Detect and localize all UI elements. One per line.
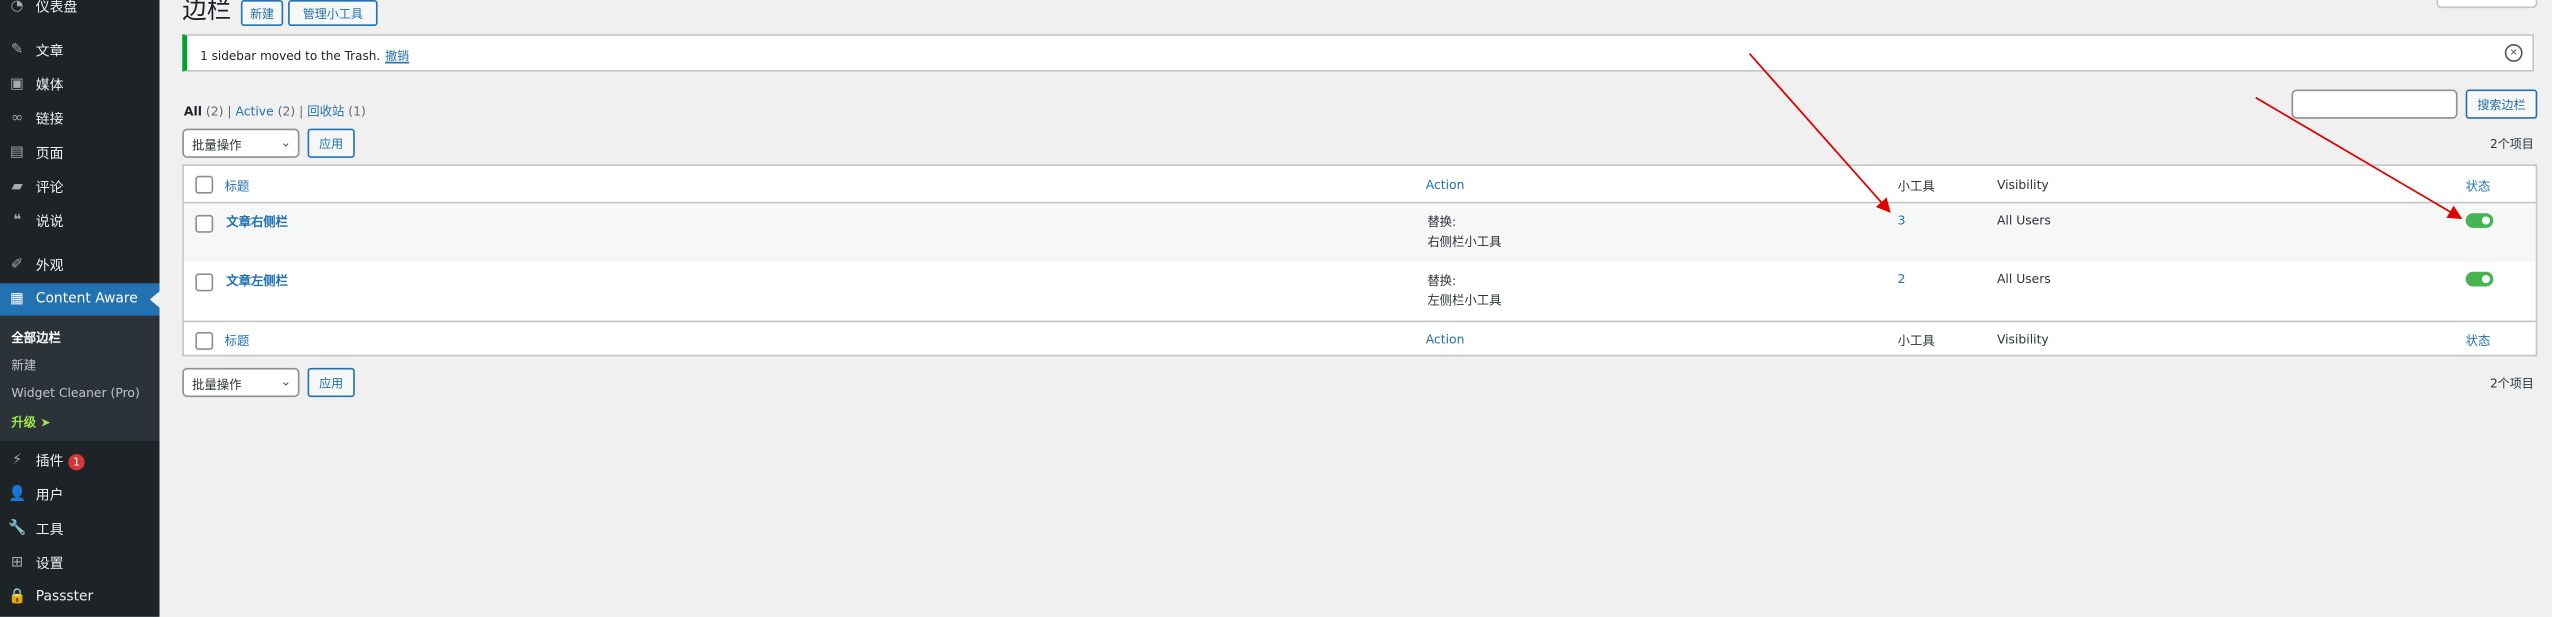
view-active-count: (2) — [277, 104, 296, 119]
plugin-icon: ⚡ — [11, 452, 23, 469]
view-all[interactable]: All — [184, 104, 202, 119]
select-all-checkbox-footer[interactable] — [195, 332, 214, 350]
chevron-down-icon: ⌄ — [280, 135, 292, 150]
admin-sidebar: ◔ 仪表盘 ✎ 文章 ▣ 媒体 ∞ 链接 ▤ 页面 ▰ 评论 ❝ 说说 ✐ 外观 — [0, 0, 160, 617]
column-title[interactable]: 标题 — [225, 177, 250, 195]
media-icon: ▣ — [10, 76, 25, 93]
action-label: 替换: — [1427, 214, 1457, 230]
bulk-action-select-bottom[interactable]: 批量操作 ⌄ — [182, 367, 300, 398]
column-widgets: 小工具 — [1897, 179, 1935, 194]
menu-talk[interactable]: ❝ 说说 — [0, 205, 159, 238]
undo-link[interactable]: 撤销 — [385, 49, 409, 64]
dismiss-icon[interactable]: ✕ — [2504, 43, 2523, 62]
quote-icon: ❝ — [13, 213, 22, 230]
notice-message: 1 sidebar moved to the Trash. — [200, 48, 381, 64]
menu-plugins-label: 插件 — [35, 454, 64, 471]
menu-media[interactable]: ▣ 媒体 — [0, 68, 159, 101]
view-all-count: (2) — [205, 104, 224, 119]
table-header-row: 标题 Action 小工具 Visibility 状态 — [183, 166, 2536, 204]
settings-icon: ⊞ — [10, 554, 24, 572]
submenu-new[interactable]: 新建 — [11, 356, 36, 374]
content-aware-submenu: 全部边栏 新建 Widget Cleaner (Pro) 升级 ➤ — [0, 315, 160, 442]
column-status[interactable]: 状态 — [2466, 177, 2491, 195]
search-input[interactable] — [2291, 89, 2458, 119]
layout-icon: ▦ — [10, 291, 25, 308]
table-row: 文章左侧栏 替换: 左侧栏小工具 2 All Users — [183, 262, 2536, 321]
submenu-upgrade[interactable]: 升级 ➤ — [11, 413, 50, 431]
view-active[interactable]: Active — [235, 104, 273, 119]
menu-content-aware[interactable]: ▦ Content Aware — [0, 283, 160, 316]
menu-passster[interactable]: 🔒 Passster — [0, 581, 159, 614]
sidebars-table: 标题 Action 小工具 Visibility 状态 文章右侧栏 替换: 右侧… — [182, 164, 2538, 357]
page-title: 边栏 — [182, 0, 232, 25]
view-separator: | — [227, 104, 232, 119]
brush-icon: ✐ — [10, 257, 24, 274]
column-status-footer[interactable]: 状态 — [2466, 332, 2491, 350]
view-separator: | — [299, 104, 304, 119]
action-target: 右侧栏小工具 — [1427, 234, 1502, 250]
action-target: 左侧栏小工具 — [1427, 292, 1502, 308]
chevron-down-icon: ⌄ — [280, 374, 292, 389]
table-footer-row: 标题 Action 小工具 Visibility 状态 — [183, 320, 2536, 357]
menu-dashboard[interactable]: ◔ 仪表盘 — [0, 0, 159, 23]
submenu-widget-cleaner[interactable]: Widget Cleaner (Pro) — [11, 386, 139, 401]
table-row: 文章右侧栏 替换: 右侧栏小工具 3 All Users — [183, 203, 2536, 263]
column-visibility-footer: Visibility — [1996, 332, 2049, 347]
item-count-top: 2个项目 — [2490, 136, 2534, 152]
sidebar-title-link[interactable]: 文章左侧栏 — [226, 272, 288, 290]
apply-button-top[interactable]: 应用 — [307, 128, 355, 158]
wrench-icon: 🔧 — [7, 520, 27, 538]
menu-users[interactable]: 👤 用户 — [0, 478, 159, 511]
visibility-value: All Users — [1996, 213, 2051, 228]
screen-options-button[interactable] — [2436, 0, 2538, 9]
menu-plugins[interactable]: ⚡ 插件 1 — [0, 444, 159, 477]
page-icon: ▤ — [10, 144, 25, 162]
update-count-badge: 1 — [68, 453, 85, 470]
visibility-value: All Users — [1996, 271, 2051, 287]
column-action-footer[interactable]: Action — [1426, 332, 1465, 347]
menu-settings[interactable]: ⊞ 设置 — [0, 547, 159, 580]
pin-icon: ✎ — [10, 42, 24, 59]
select-all-checkbox[interactable] — [195, 175, 214, 194]
search-sidebars-button[interactable]: 搜索边栏 — [2465, 89, 2538, 119]
menu-pages[interactable]: ▤ 页面 — [0, 137, 159, 170]
row-checkbox[interactable] — [195, 214, 214, 233]
menu-appearance[interactable]: ✐ 外观 — [0, 249, 159, 282]
view-trash-count: (1) — [348, 104, 366, 119]
menu-posts[interactable]: ✎ 文章 — [0, 34, 159, 67]
user-icon: 👤 — [7, 486, 27, 503]
view-filters: All (2) | Active (2) | 回收站 (1) — [184, 103, 366, 121]
column-action[interactable]: Action — [1426, 177, 1465, 192]
widget-count-link[interactable]: 2 — [1898, 272, 1906, 287]
action-label: 替换: — [1427, 273, 1457, 289]
status-toggle[interactable] — [2465, 271, 2494, 287]
column-title-footer[interactable]: 标题 — [225, 332, 250, 350]
status-toggle[interactable] — [2465, 213, 2494, 228]
sidebar-title-link[interactable]: 文章右侧栏 — [226, 213, 288, 231]
column-widgets-footer: 小工具 — [1897, 333, 1935, 349]
apply-button-bottom[interactable]: 应用 — [307, 367, 355, 398]
menu-comments[interactable]: ▰ 评论 — [0, 171, 159, 204]
row-checkbox[interactable] — [195, 273, 214, 292]
trash-notice: 1 sidebar moved to the Trash. 撤销 ✕ — [182, 34, 2535, 72]
menu-tools[interactable]: 🔧 工具 — [0, 513, 159, 546]
menu-links[interactable]: ∞ 链接 — [0, 103, 159, 136]
submenu-all-sidebars[interactable]: 全部边栏 — [11, 329, 60, 347]
link-icon: ∞ — [10, 110, 24, 127]
item-count-bottom: 2个项目 — [2490, 375, 2534, 391]
bulk-action-select-top[interactable]: 批量操作 ⌄ — [182, 128, 300, 158]
lock-icon: 🔒 — [7, 589, 27, 606]
view-trash[interactable]: 回收站 — [307, 104, 344, 119]
dashboard-icon: ◔ — [10, 0, 24, 15]
manage-widgets-button[interactable]: 管理小工具 — [288, 0, 378, 27]
add-new-button[interactable]: 新建 — [240, 0, 284, 27]
column-visibility: Visibility — [1996, 177, 2049, 193]
comment-icon: ▰ — [11, 179, 23, 196]
widget-count-link[interactable]: 3 — [1898, 213, 1906, 228]
